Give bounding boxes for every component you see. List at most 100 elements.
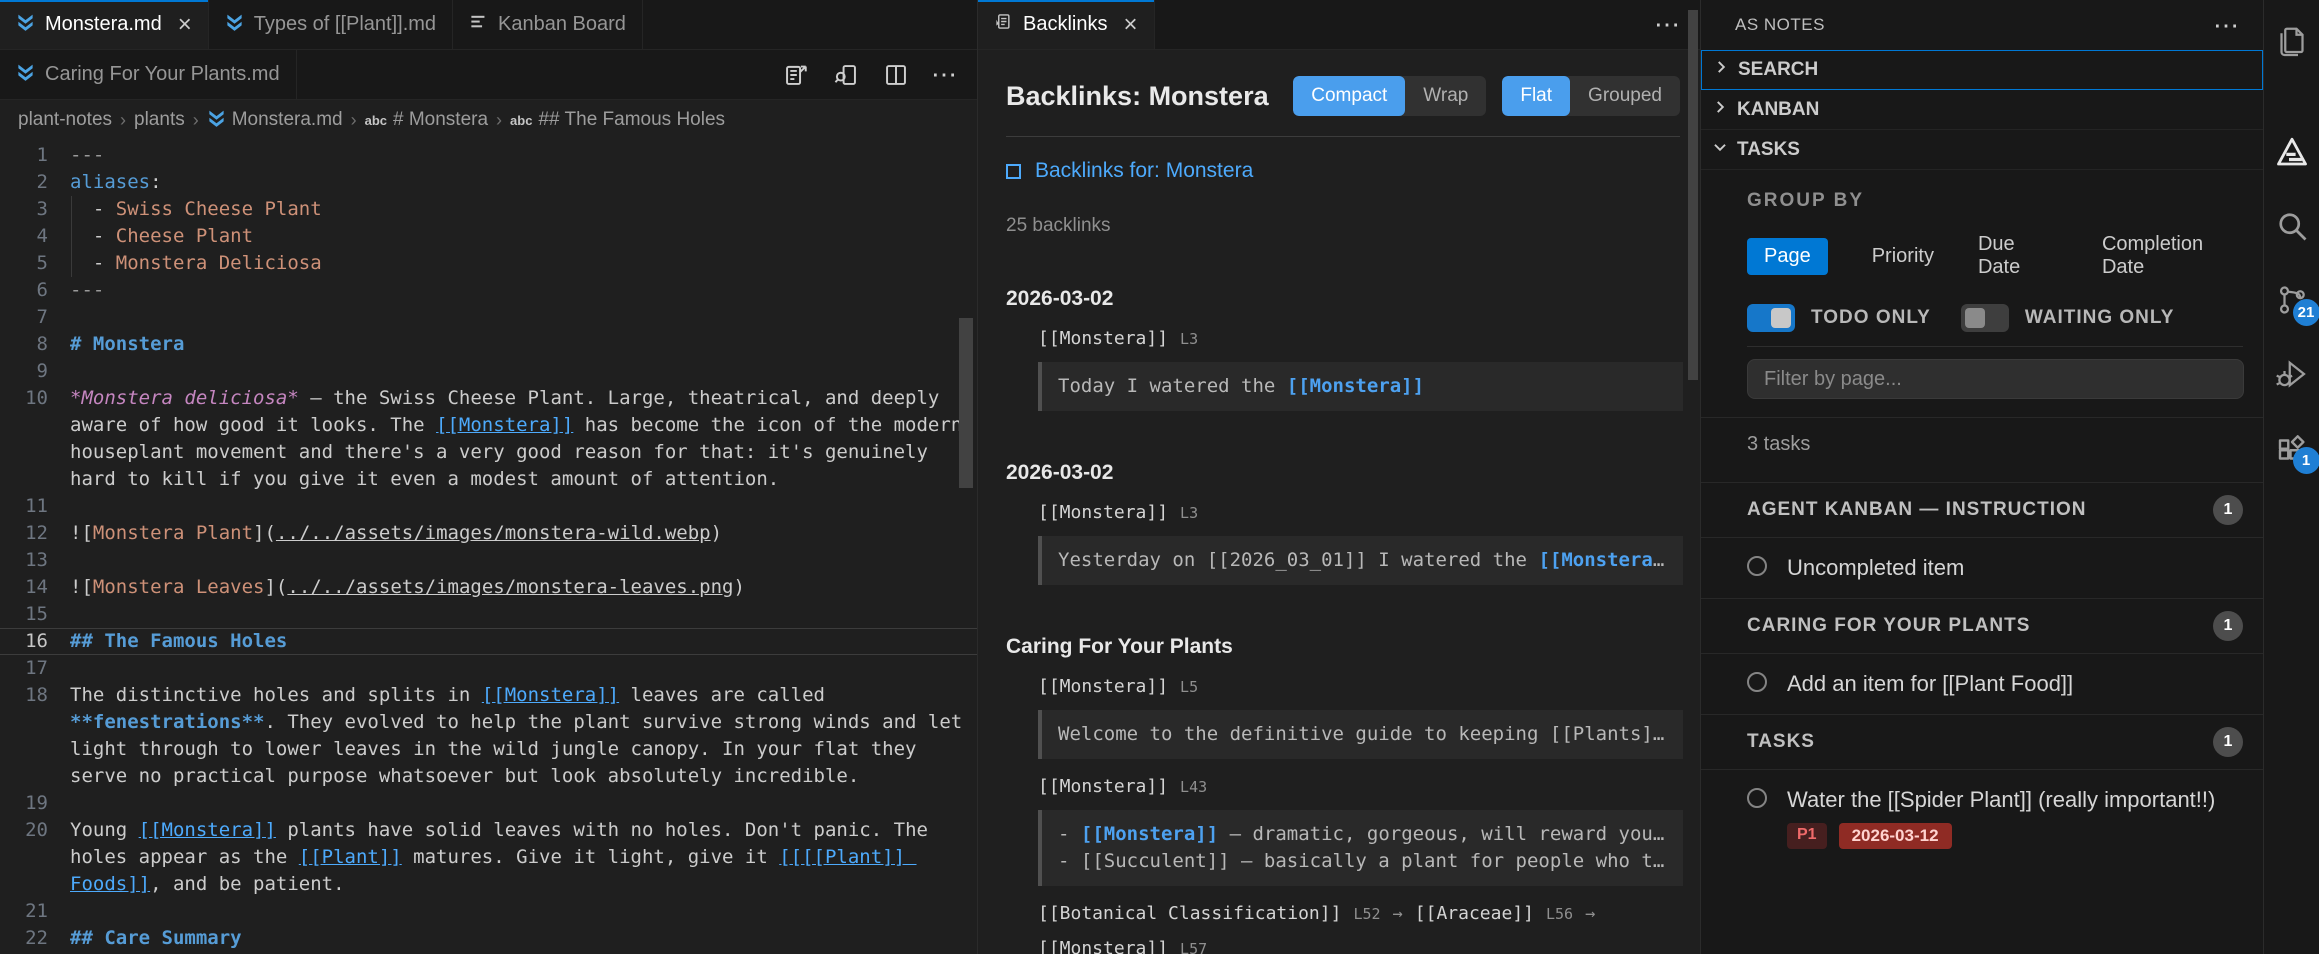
line-number: 17 <box>0 655 48 682</box>
tab-kanban-board[interactable]: Kanban Board <box>453 0 643 49</box>
group-by-completion-date-button[interactable]: Completion Date <box>2102 226 2243 286</box>
backlinks-for-link[interactable]: Backlinks for: Monstera <box>1006 159 1680 183</box>
toggle-wrap-button[interactable]: Wrap <box>1405 76 1486 116</box>
task-row[interactable]: Uncompleted item <box>1701 538 2263 598</box>
toggle-grouped-button[interactable]: Grouped <box>1570 76 1680 116</box>
breadcrumb-item-monstera[interactable]: abc# Monstera <box>365 109 488 131</box>
group-by-due-date-button[interactable]: Due Date <box>1978 226 2058 286</box>
tab-backlinks[interactable]: Backlinks × <box>978 0 1155 49</box>
editor-line: 3 - Swiss Cheese Plant <box>0 196 977 223</box>
pane-header-tasks[interactable]: TASKS <box>1701 130 2263 170</box>
pane-header-search[interactable]: SEARCH <box>1701 50 2263 90</box>
tab-label: Kanban Board <box>498 13 626 36</box>
backlink-note-link[interactable]: [[Araceae]] <box>1415 903 1534 924</box>
line-number: 16 <box>0 628 48 655</box>
activity-explorer-pages-icon[interactable] <box>2268 16 2316 64</box>
breadcrumb-item-monstera-md[interactable]: Monstera.md <box>207 108 343 133</box>
more-actions-icon[interactable]: ⋯ <box>931 59 959 90</box>
code-segment: # Monstera <box>70 333 184 355</box>
open-preview-icon[interactable] <box>781 60 811 90</box>
task-checkbox-circle[interactable] <box>1747 672 1767 692</box>
breadcrumb-item-plant-notes[interactable]: plant-notes <box>18 109 112 131</box>
pane-header-kanban[interactable]: KANBAN <box>1701 90 2263 130</box>
line-ref: L43 <box>1180 778 1207 796</box>
activity-extensions-icon[interactable]: 1 <box>2268 424 2316 472</box>
backlink-note-link-row[interactable]: [[Monstera]] L43 <box>1038 776 1680 797</box>
line-number: 6 <box>0 277 48 304</box>
filter-by-page-input[interactable] <box>1747 359 2244 399</box>
line-number: 12 <box>0 520 48 547</box>
activity-run-debug-icon[interactable] <box>2268 350 2316 398</box>
close-icon[interactable]: × <box>1123 13 1137 37</box>
panel-more-actions-icon[interactable]: ⋯ <box>2213 10 2241 41</box>
toggle-todo-only[interactable] <box>1747 304 1795 332</box>
task-priority-badge: P1 <box>1787 823 1827 849</box>
backlinks-scrollbar-thumb[interactable] <box>1688 10 1698 380</box>
task-row[interactable]: Add an item for [[Plant Food]] <box>1701 654 2263 714</box>
code-segment: leaves are called <box>619 684 825 706</box>
breadcrumb-separator: › <box>496 110 502 131</box>
line-number: 2 <box>0 169 48 196</box>
wikilink[interactable]: [[Plant]] <box>299 846 402 868</box>
editor-line: 12 ![Monstera Plant](../../assets/images… <box>0 520 977 547</box>
toggle-waiting-only[interactable] <box>1961 304 2009 332</box>
backlink-note-link[interactable]: [[Monstera]] <box>1038 676 1168 697</box>
editor-scrollbar-thumb[interactable] <box>959 318 973 488</box>
markdown-editor[interactable]: 1 --- 2 aliases: 3 - Swiss Cheese Plant … <box>0 140 977 954</box>
wikilink[interactable]: [[[[Plant]] <box>779 846 916 868</box>
tab-caring-for-your-plants-md[interactable]: Caring For Your Plants.md <box>0 50 297 99</box>
toggle-flat-button[interactable]: Flat <box>1502 76 1570 116</box>
arrow-right-icon: → <box>1585 904 1595 924</box>
tab-types-of-plant-md[interactable]: Types of [[Plant]].md <box>209 0 453 49</box>
backlinks-header: Backlinks: Monstera CompactWrapFlatGroup… <box>1006 76 1680 116</box>
task-row[interactable]: Water the [[Spider Plant]] (really impor… <box>1701 770 2263 865</box>
backlink-quote[interactable]: Welcome to the definitive guide to keepi… <box>1038 710 1683 759</box>
search-document-icon[interactable] <box>831 60 861 90</box>
backlink-note-link[interactable]: [[Monstera]] <box>1038 502 1168 523</box>
close-icon[interactable]: × <box>178 13 192 37</box>
wikilink[interactable]: [[Monstera]] <box>482 684 619 706</box>
more-actions-icon[interactable]: ⋯ <box>1654 9 1682 40</box>
line-number: 20 <box>0 817 48 844</box>
backlink-note-link-row[interactable]: [[Monstera]] L5 <box>1038 676 1680 697</box>
task-checkbox-circle[interactable] <box>1747 788 1767 808</box>
backlink-quote[interactable]: - [[Monstera]] — dramatic, gorgeous, wil… <box>1038 810 1683 886</box>
task-checkbox-circle[interactable] <box>1747 556 1767 576</box>
editor-line: 9 <box>0 358 977 385</box>
activity-source-control-icon[interactable]: 21 <box>2268 276 2316 324</box>
task-group-caring-for-your-plants: CARING FOR YOUR PLANTS 1 Add an item for… <box>1701 598 2263 714</box>
tab-monstera-md[interactable]: Monstera.md × <box>0 0 209 49</box>
toggle-compact-button[interactable]: Compact <box>1293 76 1405 116</box>
backlink-chain-row[interactable]: [[Botanical Classification]] L52→[[Arace… <box>1038 903 1680 954</box>
tasks-count: 3 tasks <box>1701 433 2263 456</box>
backlink-note-link[interactable]: [[Monstera]] <box>1038 776 1168 797</box>
editor-line: 15 <box>0 601 977 628</box>
backlink-note-link[interactable]: [[Botanical Classification]] <box>1038 903 1341 924</box>
line-number: 3 <box>0 196 48 223</box>
tab-spacer <box>1155 0 1637 49</box>
editor-line: 6 --- <box>0 277 977 304</box>
code-segment: ]( <box>253 522 276 544</box>
wikilink[interactable]: Foods]] <box>70 873 150 895</box>
backlinks-section-heading: 2026-03-02 <box>1006 287 1680 311</box>
wikilink[interactable]: [[Monstera]] <box>139 819 276 841</box>
backlink-note-link[interactable]: [[Monstera]] <box>1038 328 1168 349</box>
group-by-buttons: Page Priority Due Date Completion Date <box>1701 226 2263 286</box>
activity-search-icon[interactable] <box>2268 202 2316 250</box>
breadcrumb-item-plants[interactable]: plants <box>134 109 185 131</box>
group-by-page-button[interactable]: Page <box>1747 238 1828 275</box>
breadcrumb-item-the-famous-holes[interactable]: abc## The Famous Holes <box>510 109 725 131</box>
backlink-note-link[interactable]: [[Monstera]] <box>1038 938 1168 954</box>
split-editor-icon[interactable] <box>881 60 911 90</box>
group-by-priority-button[interactable]: Priority <box>1872 238 1934 275</box>
markdown-note-icon <box>207 108 226 133</box>
wikilink[interactable]: [[Monstera]] <box>436 414 573 436</box>
backlink-note-link-row[interactable]: [[Monstera]] L3 <box>1038 502 1680 523</box>
backlink-quote[interactable]: Yesterday on [[2026_03_01]] I watered th… <box>1038 536 1683 585</box>
activity-as-notes-logo-icon[interactable] <box>2268 128 2316 176</box>
line-number: 1 <box>0 142 48 169</box>
line-number: 9 <box>0 358 48 385</box>
backlink-quote[interactable]: Today I watered the [[Monstera]] <box>1038 362 1683 411</box>
backlink-note-link-row[interactable]: [[Monstera]] L3 <box>1038 328 1680 349</box>
backlinks-view-toggles: CompactWrap FlatGrouped <box>1277 76 1680 116</box>
